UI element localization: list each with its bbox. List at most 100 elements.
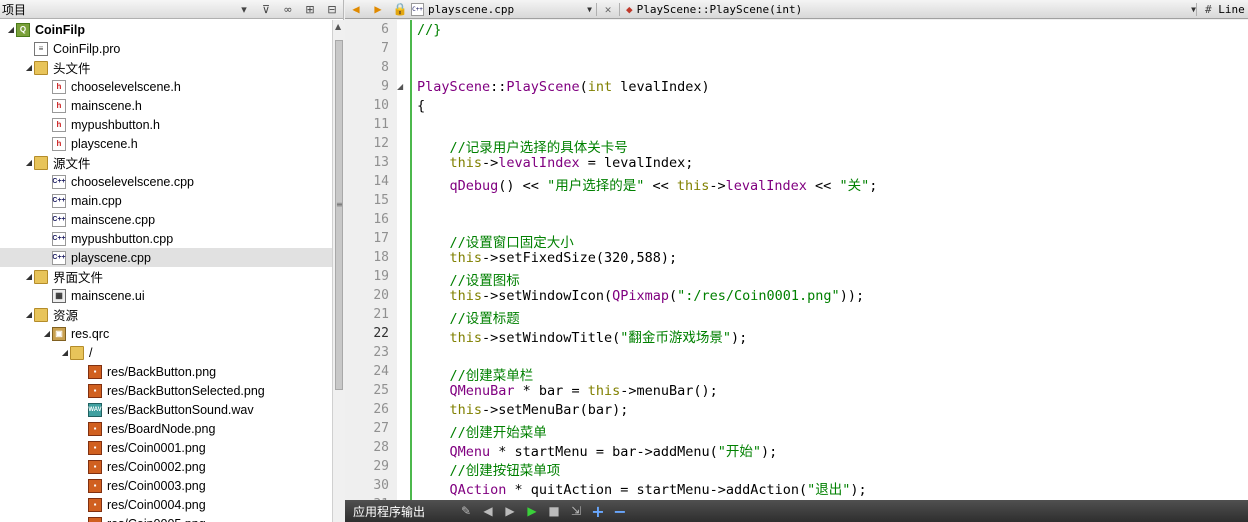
zoom-in-icon[interactable]: + [587,502,609,521]
line-indicator[interactable]: # Line [1196,2,1248,16]
code-line[interactable]: //记录用户选择的具体关卡号 [417,136,628,156]
tree-item[interactable]: ▪ res/BackButton.png [0,362,332,381]
view-dropdown-icon[interactable]: ▾ [233,1,255,18]
close-panel-icon[interactable]: ⊟ [321,1,343,18]
stop-icon[interactable]: ■ [543,502,565,520]
header-file-icon: h [52,117,66,132]
png-file-icon: ▪ [88,364,102,379]
project-icon: Q [16,22,30,37]
filter-icon[interactable]: ⊽ [255,1,277,18]
line-number: 14 [373,174,389,189]
tree-item[interactable]: C++ main.cpp [0,191,332,210]
code-editor[interactable]: 6 7 8 9 10 11 12 13 14 15 16 17 18 19 20 21 22 23 24 25 26 27… [345,20,1248,500]
code-line[interactable]: this->setWindowTitle("翻金币游戏场景"); [417,326,748,346]
expand-arrow-icon[interactable]: ◢ [24,63,34,72]
tree-item[interactable]: ◢ 资源 [0,305,332,324]
tree-item-label: 源文件 [53,157,91,171]
code-line[interactable]: //创建按钮菜单项 [417,459,561,479]
expand-arrow-icon[interactable]: ◢ [24,310,34,319]
tree-item[interactable]: ▦ mainscene.ui [0,286,332,305]
code-line[interactable]: //创建开始菜单 [417,421,547,441]
line-number: 10 [373,98,389,113]
line-number: 27 [373,421,389,436]
expand-arrow-icon[interactable]: ◢ [24,158,34,167]
folder-icon [34,60,48,75]
tree-item-label: CoinFilp.pro [53,41,121,56]
tree-item-label: mypushbutton.cpp [71,231,174,246]
tree-item[interactable]: ◢ 界面文件 [0,267,332,286]
project-tree-scrollbar[interactable]: ▲ ≡ [332,20,344,522]
expand-arrow-icon[interactable]: ◢ [60,348,70,357]
tree-item[interactable]: ▪ res/Coin0001.png [0,438,332,457]
code-line[interactable]: this->setWindowIcon(QPixmap(":/res/Coin0… [417,288,865,304]
code-line[interactable]: //设置图标 [417,269,520,289]
png-file-icon: ▪ [88,421,102,436]
code-line[interactable]: //} [417,22,441,38]
qrc-file-icon: ▣ [52,326,66,341]
expand-arrow-icon[interactable]: ◢ [24,272,34,281]
line-label: Line [1218,2,1245,16]
tree-item[interactable]: C++ playscene.cpp [0,248,332,267]
forward-arrow-icon[interactable]: ▶ [367,2,389,16]
tree-item-label: mainscene.h [71,98,142,113]
tree-item[interactable]: ▪ res/BoardNode.png [0,419,332,438]
zoom-out-icon[interactable]: − [609,502,631,521]
tree-item[interactable]: C++ chooselevelscene.cpp [0,172,332,191]
line-number: 28 [373,440,389,455]
tree-item[interactable]: WAV res/BackButtonSound.wav [0,400,332,419]
code-line[interactable]: //创建菜单栏 [417,364,534,384]
tree-item[interactable]: ◢ ▣ res.qrc [0,324,332,343]
attach-icon[interactable]: ⇲ [565,502,587,520]
tree-item[interactable]: ▪ res/Coin0005.png [0,514,332,522]
tree-item[interactable]: ◢ 源文件 [0,153,332,172]
cpp-file-icon: C++ [52,174,66,189]
tree-item-label: res/Coin0003.png [107,478,206,493]
line-number: 13 [373,155,389,170]
header-file-icon: h [52,98,66,113]
code-line[interactable]: this->setFixedSize(320,588); [417,250,678,266]
back-arrow-icon[interactable]: ◀ [345,2,367,16]
fold-marker-icon[interactable]: ◢ [397,82,407,91]
tree-item[interactable]: ◢ 头文件 [0,58,332,77]
code-line[interactable]: QAction * quitAction = startMenu->addAct… [417,478,867,498]
previous-item-icon[interactable]: ◀ [477,502,499,520]
clear-output-icon[interactable]: ✎ [455,502,477,520]
tree-item[interactable]: C++ mypushbutton.cpp [0,229,332,248]
run-icon[interactable]: ▶ [521,502,543,520]
open-file-selector[interactable]: C++ playscene.cpp ▼ [411,2,597,16]
tree-item[interactable]: h mainscene.h [0,96,332,115]
code-line[interactable]: //设置窗口固定大小 [417,231,574,251]
tree-item-label: 头文件 [53,62,91,76]
expand-arrow-icon[interactable]: ◢ [42,329,52,338]
code-line[interactable]: QMenuBar * bar = this->menuBar(); [417,383,718,399]
line-number: 25 [373,383,389,398]
code-line[interactable]: this->setMenuBar(bar); [417,402,629,418]
code-line[interactable]: QMenu * startMenu = bar->addMenu("开始"); [417,440,778,460]
link-icon[interactable]: ∞ [277,1,299,18]
code-line[interactable]: PlayScene::PlayScene(int levalIndex) [417,79,710,95]
tree-item[interactable]: h mypushbutton.h [0,115,332,134]
split-icon[interactable]: ⊞ [299,1,321,18]
tree-item[interactable]: ▪ res/Coin0003.png [0,476,332,495]
tree-item[interactable]: ▪ res/Coin0004.png [0,495,332,514]
code-line[interactable]: qDebug() << "用户选择的是" << this->levalIndex… [417,174,878,194]
scroll-up-icon[interactable]: ▲ [335,22,341,31]
tree-item-label: res/Coin0002.png [107,459,206,474]
close-file-icon[interactable]: ✕ [597,3,619,16]
tree-item[interactable]: ◢ / [0,343,332,362]
scrollbar-thumb[interactable] [335,40,343,390]
tree-item[interactable]: ◢ Q CoinFilp [0,20,332,39]
tree-item[interactable]: ≡ CoinFilp.pro [0,39,332,58]
tree-item[interactable]: ▪ res/Coin0002.png [0,457,332,476]
code-line[interactable]: { [417,98,425,114]
tree-item[interactable]: h chooselevelscene.h [0,77,332,96]
tree-item-label: 界面文件 [53,271,104,285]
tree-item[interactable]: h playscene.h [0,134,332,153]
symbol-selector[interactable]: ◆ PlayScene::PlayScene(int) ▼ [619,2,1196,16]
code-line[interactable]: this->levalIndex = levalIndex; [417,155,694,171]
expand-arrow-icon[interactable]: ◢ [6,25,16,34]
code-line[interactable]: //设置标题 [417,307,520,327]
tree-item[interactable]: ▪ res/BackButtonSelected.png [0,381,332,400]
tree-item[interactable]: C++ mainscene.cpp [0,210,332,229]
next-item-icon[interactable]: ▶ [499,502,521,520]
